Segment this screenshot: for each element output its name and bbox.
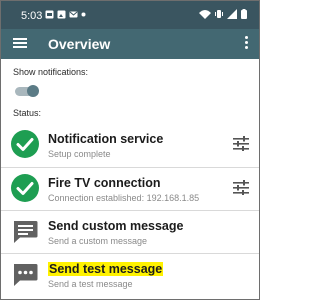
mail-notification-icon [69,11,78,18]
more-options-icon[interactable] [243,35,249,51]
item-subtitle: Send a custom message [48,236,148,246]
status-label: Status: [13,108,42,118]
wifi-icon [199,10,211,19]
list-item-fire-tv-connection[interactable]: Fire TV connection Connection establishe… [1,169,259,211]
item-title: Notification service [48,132,164,146]
dot-notification-icon [81,12,86,17]
tune-icon[interactable] [233,135,249,151]
status-icons [199,9,247,19]
message-icon [14,221,38,243]
item-title: Fire TV connection [48,176,161,190]
list-item-send-test-message[interactable]: Send test message Send a test message [1,255,259,297]
divider [1,167,259,168]
status-time: 5:03 [21,10,43,22]
item-title: Send custom message [48,219,184,233]
check-circle-icon [11,130,39,158]
photo-notification-icon [57,10,66,19]
divider [1,210,259,211]
show-notifications-label: Show notifications: [13,67,89,77]
notification-app-icon [45,10,54,19]
page-title: Overview [48,36,111,52]
item-subtitle: Send a test message [48,279,133,289]
message-dots-icon [14,264,38,286]
show-notifications-toggle[interactable] [15,85,39,97]
list-item-notification-service[interactable]: Notification service Setup complete [1,125,259,167]
signal-icon [227,9,237,19]
app-bar: Overview [1,29,259,59]
toggle-knob [27,85,39,97]
check-circle-icon [11,174,39,202]
list-item-send-custom-message[interactable]: Send custom message Send a custom messag… [1,212,259,254]
tune-icon[interactable] [233,179,249,195]
item-title: Send test message [48,262,164,276]
divider [1,253,259,254]
item-subtitle: Setup complete [48,149,111,159]
status-bar: 5:03 [1,1,259,29]
app-screen: 5:03 Overview Show notifications: Status… [0,0,260,300]
item-subtitle: Connection established: 192.168.1.85 [48,193,200,203]
menu-icon[interactable] [13,36,29,50]
vibrate-icon [215,10,223,18]
highlighted-title: Send test message [48,262,164,276]
battery-icon [241,9,247,19]
